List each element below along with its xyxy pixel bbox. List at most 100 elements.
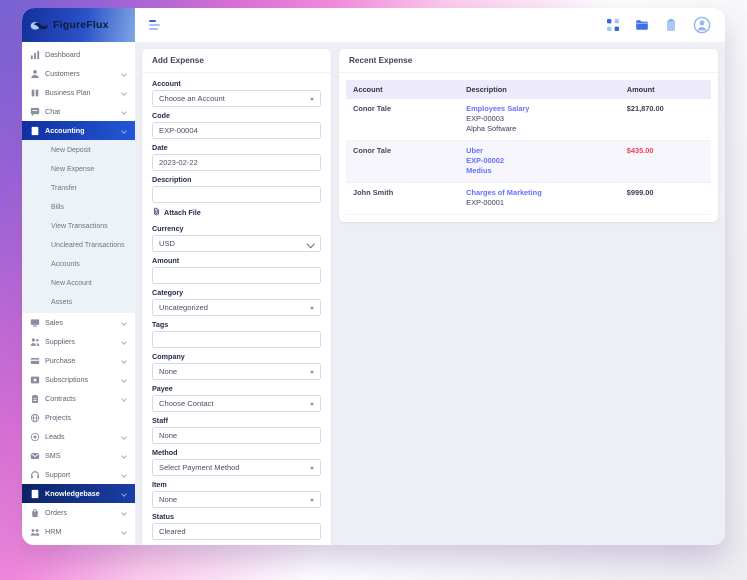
sidebar-subitem-uncleared-transactions[interactable]: Uncleared Transactions: [22, 236, 135, 255]
currency-label: Currency: [152, 224, 184, 233]
clipboard-check-icon: [30, 394, 40, 404]
sidebar-item-label: Dashboard: [45, 50, 81, 59]
sidebar-subitem-new-deposit[interactable]: New Deposit: [22, 141, 135, 160]
currency-select[interactable]: USD: [152, 235, 321, 252]
columns-icon: [30, 88, 40, 98]
sidebar-subitem-transfer[interactable]: Transfer: [22, 179, 135, 198]
amount-input[interactable]: [152, 267, 321, 284]
expense-link[interactable]: EXP-00002: [466, 156, 613, 166]
chat-icon: [30, 107, 40, 117]
sidebar-item-leads[interactable]: Leads: [22, 427, 135, 446]
sidebar-item-label: Subscriptions: [45, 375, 89, 384]
folder-icon[interactable]: [635, 18, 649, 32]
sidebar-item-knowledgebase[interactable]: Knowledgebase: [22, 484, 135, 503]
expense-link[interactable]: Uber: [466, 146, 613, 156]
sidebar-item-hrm[interactable]: HRM: [22, 522, 135, 541]
category-value: Uncategorized: [159, 303, 208, 312]
description-cell: Employees Salary EXP-00003 Alpha Software: [459, 99, 620, 141]
amount-cell: $21,870.00: [619, 99, 711, 141]
field-currency: Currency USD: [152, 224, 321, 252]
main-content: Add Expense Account Choose an Account Code…: [135, 42, 725, 545]
sidebar-subitem-assets[interactable]: Assets: [22, 293, 135, 312]
amount-cell: $435.00: [619, 140, 711, 183]
expense-link[interactable]: Employees Salary: [466, 104, 613, 114]
category-label: Category: [152, 288, 184, 297]
top-bar: FigureFlux: [22, 8, 725, 42]
sidebar-item-sms[interactable]: SMS: [22, 446, 135, 465]
method-select[interactable]: Select Payment Method: [152, 459, 321, 476]
description-cell: Charges of Marketing EXP-00001: [459, 182, 620, 215]
book-icon: [30, 489, 40, 499]
sidebar-item-sales[interactable]: Sales: [22, 313, 135, 332]
method-value: Select Payment Method: [159, 463, 240, 472]
category-select[interactable]: Uncategorized: [152, 299, 321, 316]
toolbar-actions: [606, 16, 711, 34]
add-expense-form: Account Choose an Account Code EXP-00004 Dat…: [142, 73, 331, 545]
staff-value: None: [159, 431, 178, 440]
sidebar-item-suppliers[interactable]: Suppliers: [22, 332, 135, 351]
code-input[interactable]: EXP-00004: [152, 122, 321, 139]
logo[interactable]: FigureFlux: [22, 8, 135, 42]
item-select[interactable]: None: [152, 491, 321, 508]
expense-link[interactable]: Medius: [466, 166, 613, 176]
sidebar-subitem-new-account[interactable]: New Account: [22, 274, 135, 293]
amount-label: Amount: [152, 256, 180, 265]
company-label: Company: [152, 352, 185, 361]
sidebar-subitem-new-expense[interactable]: New Expense: [22, 160, 135, 179]
account-select[interactable]: Choose an Account: [152, 90, 321, 107]
field-payee: Payee Choose Contact: [152, 384, 321, 412]
chevron-down-icon: [121, 108, 127, 115]
sidebar-nav: Dashboard Customers Business Plan Chat Accou…: [22, 42, 135, 545]
sidebar-item-customers[interactable]: Customers: [22, 64, 135, 83]
attach-file-button[interactable]: Attach File: [152, 207, 321, 218]
sidebar-item-accounting[interactable]: Accounting: [22, 121, 135, 140]
sidebar-item-label: Knowledgebase: [45, 489, 100, 498]
sidebar-item-dashboard[interactable]: Dashboard: [22, 45, 135, 64]
sidebar-item-subscriptions[interactable]: Subscriptions: [22, 370, 135, 389]
profile-icon[interactable]: [693, 16, 711, 34]
sidebar-subitem-accounts[interactable]: Accounts: [22, 255, 135, 274]
chevron-down-icon: [121, 127, 127, 134]
sidebar-item-label: Chat: [45, 107, 61, 116]
date-label: Date: [152, 143, 168, 152]
description-input[interactable]: [152, 186, 321, 203]
staff-input[interactable]: None: [152, 427, 321, 444]
payee-value: Choose Contact: [159, 399, 214, 408]
sidebar-item-business-plan[interactable]: Business Plan: [22, 83, 135, 102]
method-label: Method: [152, 448, 178, 457]
date-input[interactable]: 2023-02-22: [152, 154, 321, 171]
expense-link[interactable]: Charges of Marketing: [466, 188, 613, 198]
table-header-row: Account Description Amount: [346, 80, 711, 99]
toolbar: [135, 8, 725, 42]
sidebar-subitem-bills[interactable]: Bills: [22, 198, 135, 217]
payee-select[interactable]: Choose Contact: [152, 395, 321, 412]
date-value: 2023-02-22: [159, 158, 198, 167]
sidebar-item-purchase[interactable]: Purchase: [22, 351, 135, 370]
recent-expense-title: Recent Expense: [339, 49, 718, 73]
sidebar-item-orders[interactable]: Orders: [22, 503, 135, 522]
sidebar-item-contracts[interactable]: Contracts: [22, 389, 135, 408]
sidebar-item-support[interactable]: Support: [22, 465, 135, 484]
field-company: Company None: [152, 352, 321, 380]
sidebar-item-chat[interactable]: Chat: [22, 102, 135, 121]
sidebar-item-label: Orders: [45, 508, 67, 517]
item-label: Item: [152, 480, 167, 489]
sidebar-subitem-view-transactions[interactable]: View Transactions: [22, 217, 135, 236]
apps-icon[interactable]: [606, 18, 620, 32]
chevron-down-icon: [121, 319, 127, 326]
globe-icon: [30, 413, 40, 423]
sidebar-item-label: Customers: [45, 69, 80, 78]
target-icon: [30, 432, 40, 442]
company-select[interactable]: None: [152, 363, 321, 380]
table-row: Conor Tale Uber EXP-00002 Medius $435.00: [346, 140, 711, 183]
clipboard-icon[interactable]: [664, 18, 678, 32]
status-input[interactable]: Cleared: [152, 523, 321, 540]
add-expense-panel: Add Expense Account Choose an Account Code…: [142, 49, 331, 545]
field-account: Account Choose an Account: [152, 79, 321, 107]
chevron-down-icon: [121, 433, 127, 440]
headset-icon: [30, 470, 40, 480]
tags-input[interactable]: [152, 331, 321, 348]
sidebar-item-label: Purchase: [45, 356, 76, 365]
sidebar-item-projects[interactable]: Projects: [22, 408, 135, 427]
menu-toggle-icon[interactable]: [149, 20, 160, 30]
